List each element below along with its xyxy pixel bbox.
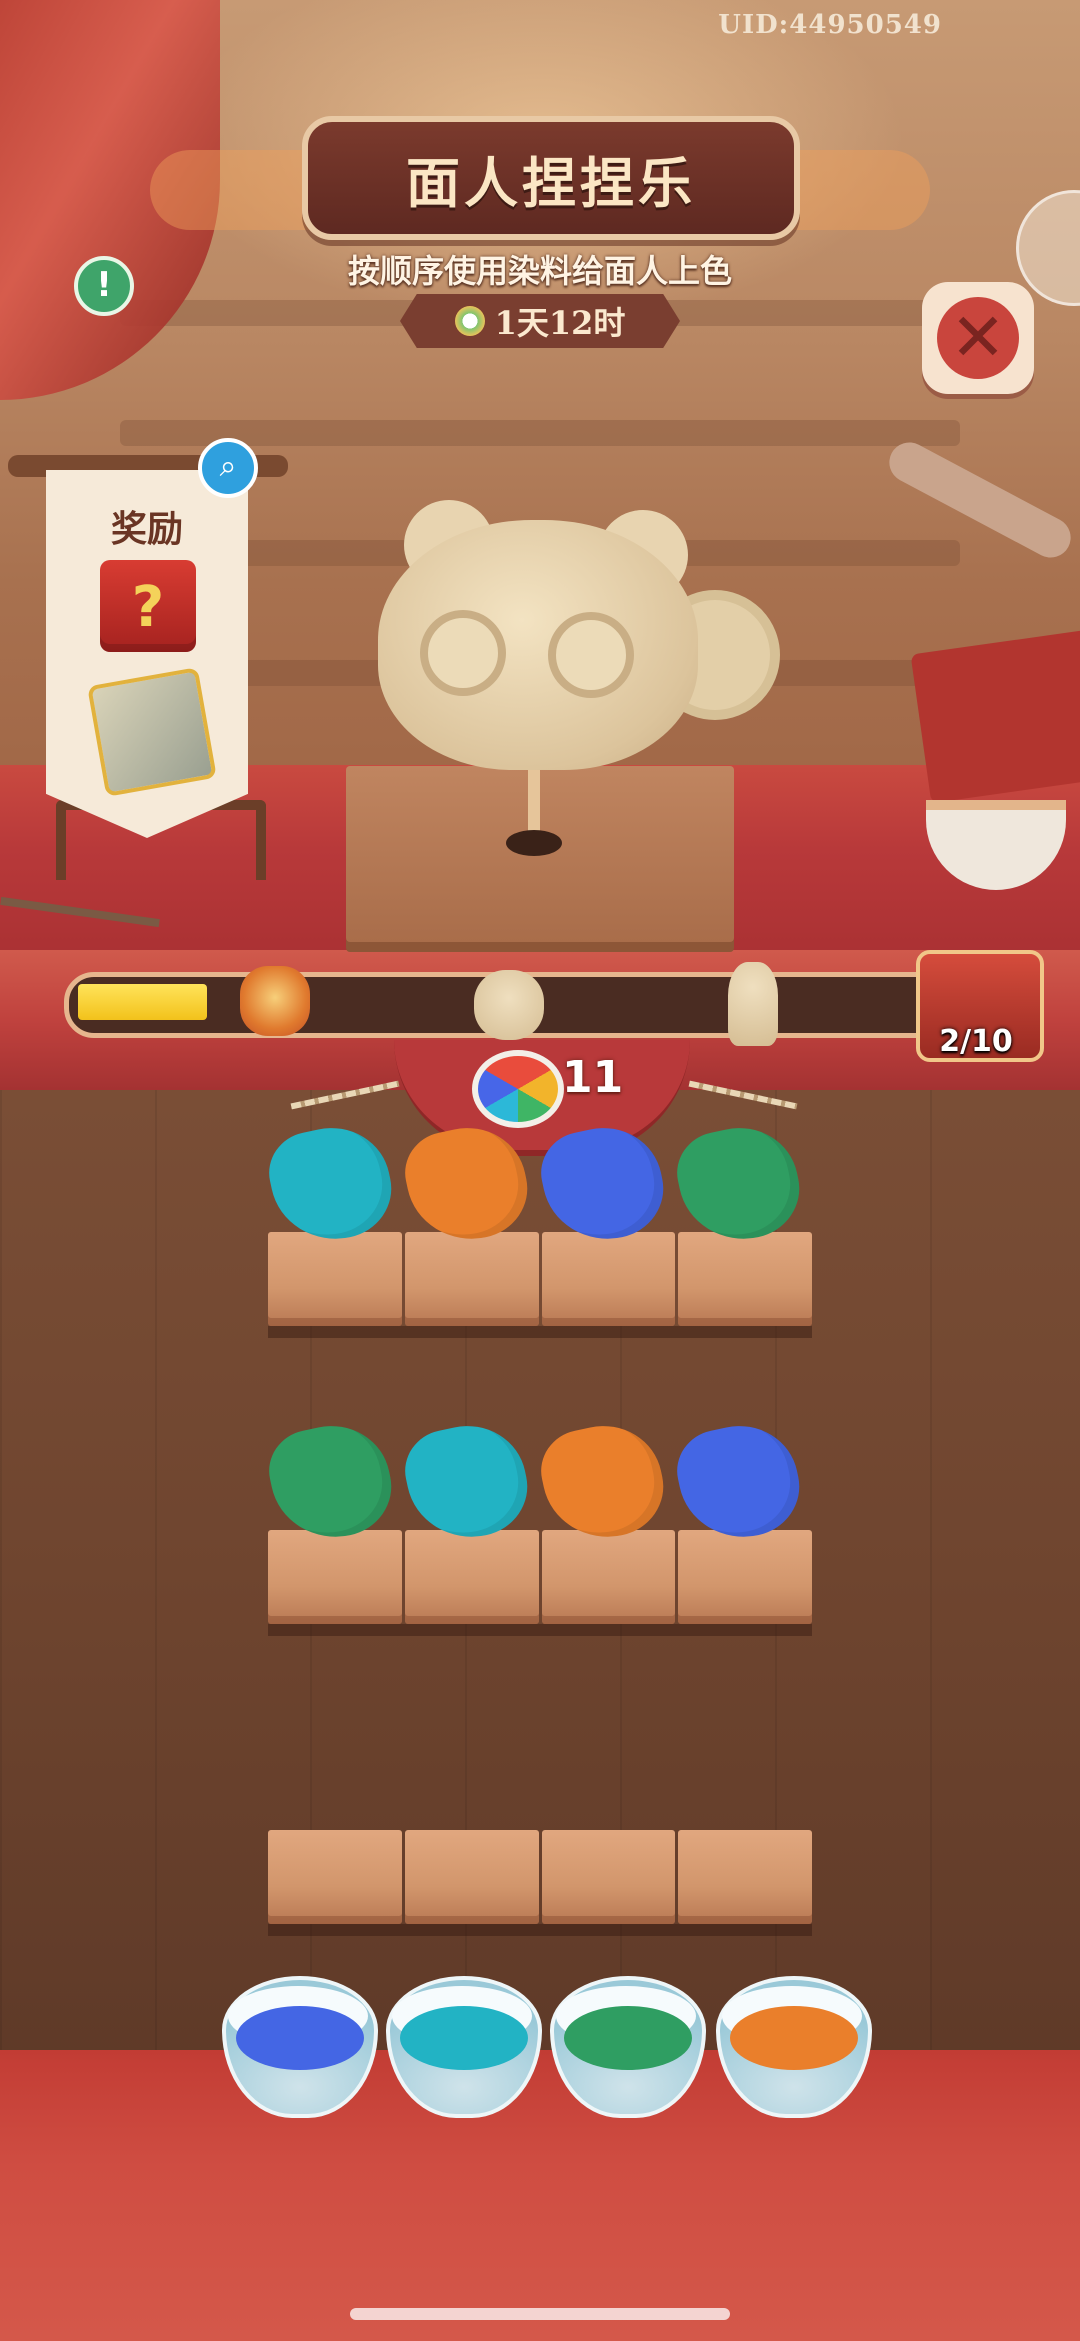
shelf-shadow bbox=[268, 1326, 812, 1338]
reward-title: 奖励 bbox=[110, 508, 183, 550]
progress-milestone-dough[interactable] bbox=[474, 970, 544, 1040]
bowl-paint bbox=[730, 2006, 858, 2070]
shelf-shadow bbox=[268, 1624, 812, 1636]
red-box-prop bbox=[910, 626, 1080, 804]
shelf-slot[interactable] bbox=[678, 1830, 812, 1924]
shelf-slot[interactable] bbox=[404, 1830, 539, 1924]
shelf-slot[interactable] bbox=[541, 1530, 676, 1624]
shelf-shadow bbox=[268, 1924, 812, 1936]
shelf-slot[interactable] bbox=[541, 1830, 676, 1924]
close-button[interactable]: ✕ bbox=[922, 282, 1034, 394]
rainbow-dye-icon bbox=[472, 1050, 564, 1128]
clock-icon bbox=[454, 306, 485, 336]
uid-label: UID:44950549 bbox=[718, 10, 942, 40]
instruction-text: 按顺序使用染料给面人上色 bbox=[347, 252, 732, 290]
title-plaque: 面人捏捏乐 bbox=[302, 116, 800, 240]
close-icon: ✕ bbox=[937, 297, 1019, 379]
mystery-gift-icon[interactable]: ? bbox=[100, 560, 196, 652]
shelf-2[interactable] bbox=[268, 1530, 812, 1624]
shelf-1[interactable] bbox=[268, 1232, 812, 1326]
shelf-slot[interactable] bbox=[404, 1232, 539, 1326]
dye-count: 11 bbox=[562, 1052, 624, 1103]
progress-label: 2/10 bbox=[939, 1024, 1013, 1059]
event-timer: 1天12时 bbox=[400, 294, 680, 348]
shelf-slot[interactable] bbox=[678, 1232, 812, 1326]
progress-milestone-figurine[interactable] bbox=[728, 962, 778, 1046]
bottom-tray bbox=[0, 2050, 1080, 2341]
exclamation-icon[interactable]: ! bbox=[74, 256, 134, 316]
background-shelf bbox=[120, 420, 960, 446]
bowl-paint bbox=[564, 2006, 692, 2070]
figure-eye-left bbox=[420, 610, 506, 696]
shelf-slot[interactable] bbox=[541, 1232, 676, 1326]
page-title: 面人捏捏乐 bbox=[406, 150, 696, 215]
bowl-paint bbox=[400, 2006, 528, 2070]
stand-hole bbox=[506, 830, 562, 856]
shelf-slot[interactable] bbox=[268, 1530, 402, 1624]
figure-eye-right bbox=[548, 612, 634, 698]
bowl-paint bbox=[236, 2006, 364, 2070]
shelf-slot[interactable] bbox=[268, 1232, 402, 1326]
shelf-slot[interactable] bbox=[268, 1830, 402, 1924]
magnifier-icon[interactable]: ⌕ bbox=[198, 438, 258, 498]
ticket-bundle-icon[interactable] bbox=[87, 667, 217, 797]
home-indicator[interactable] bbox=[350, 2308, 730, 2320]
shelf-3[interactable] bbox=[268, 1830, 812, 1924]
shelf-slot[interactable] bbox=[404, 1530, 539, 1624]
progress-fill bbox=[78, 984, 207, 1020]
timer-text: 1天12时 bbox=[494, 304, 626, 342]
shelf-slot[interactable] bbox=[678, 1530, 812, 1624]
progress-milestone-cat[interactable] bbox=[240, 966, 310, 1036]
